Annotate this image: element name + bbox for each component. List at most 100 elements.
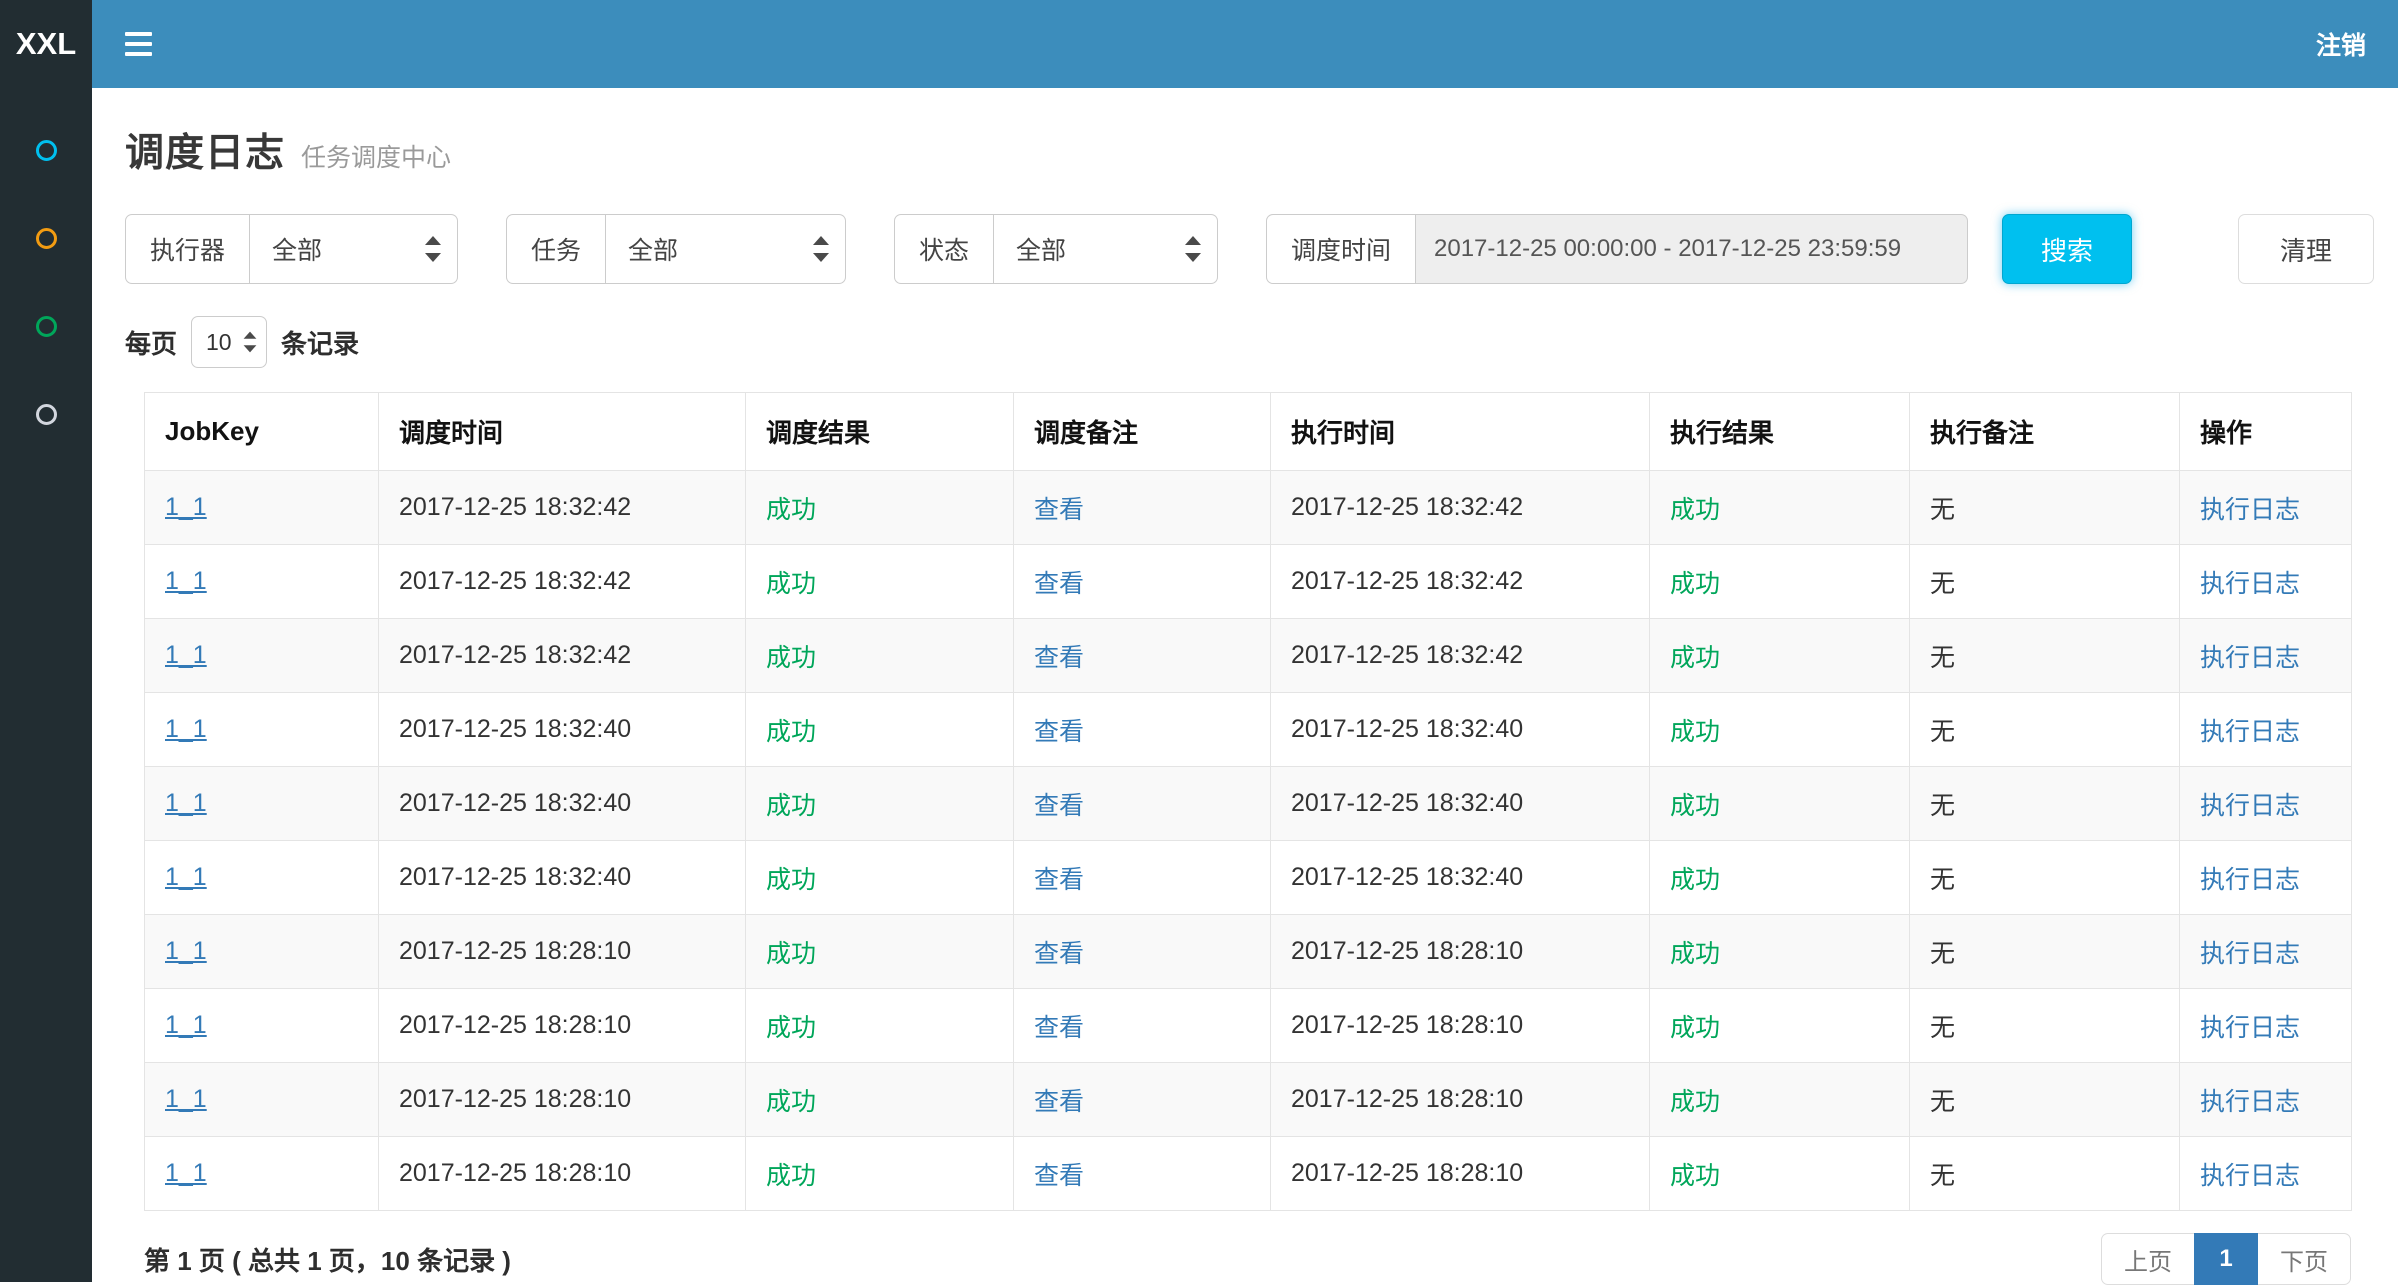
trigger-msg-link[interactable]: 查看 (1034, 940, 1084, 968)
sidebar-item-4[interactable] (0, 370, 92, 458)
clear-button[interactable]: 清理 (2238, 214, 2374, 284)
handle-msg: 无 (1930, 1014, 1955, 1042)
handle-msg: 无 (1930, 718, 1955, 746)
logout-link[interactable]: 注销 (2284, 0, 2398, 88)
job-filter-label: 任务 (506, 214, 606, 284)
trigger-msg-link[interactable]: 查看 (1034, 644, 1084, 672)
sidebar-item-1[interactable] (0, 106, 92, 194)
select-stepper-icon (425, 235, 441, 263)
handle-time: 2017-12-25 18:32:40 (1291, 715, 1523, 743)
jobkey-link[interactable]: 1_1 (165, 715, 207, 743)
execution-log-link[interactable]: 执行日志 (2200, 644, 2300, 672)
page-size-suffix-label: 条记录 (281, 324, 359, 361)
handle-msg: 无 (1930, 940, 1955, 968)
select-stepper-icon (244, 331, 257, 353)
jobkey-link[interactable]: 1_1 (165, 789, 207, 817)
trigger-time: 2017-12-25 18:28:10 (399, 937, 631, 965)
log-table: JobKey调度时间调度结果调度备注执行时间执行结果执行备注操作 1_12017… (144, 392, 2352, 1211)
trigger-time: 2017-12-25 18:32:40 (399, 789, 631, 817)
handle-msg: 无 (1930, 866, 1955, 894)
jobkey-link[interactable]: 1_1 (165, 641, 207, 669)
trigger-time: 2017-12-25 18:32:40 (399, 715, 631, 743)
execution-log-link[interactable]: 执行日志 (2200, 1088, 2300, 1116)
executor-select[interactable]: 全部 (250, 214, 458, 284)
sidebar-item-2[interactable] (0, 194, 92, 282)
trigger-time: 2017-12-25 18:32:42 (399, 567, 631, 595)
jobkey-link[interactable]: 1_1 (165, 1011, 207, 1039)
trigger-time-range-input[interactable]: 2017-12-25 00:00:00 - 2017-12-25 23:59:5… (1416, 214, 1968, 284)
app-logo[interactable]: XXL (0, 0, 92, 88)
handle-time: 2017-12-25 18:32:42 (1291, 641, 1523, 669)
top-navbar: XXL 注销 (0, 0, 2398, 88)
trigger-result: 成功 (766, 792, 816, 820)
jobkey-link[interactable]: 1_1 (165, 1085, 207, 1113)
column-header: 调度时间 (379, 393, 746, 471)
table-row: 1_12017-12-25 18:32:40成功查看2017-12-25 18:… (145, 841, 2352, 915)
log-table-body: 1_12017-12-25 18:32:42成功查看2017-12-25 18:… (145, 471, 2352, 1211)
trigger-msg-link[interactable]: 查看 (1034, 792, 1084, 820)
column-header: 调度结果 (746, 393, 1014, 471)
circle-icon-default (36, 404, 57, 425)
handle-time: 2017-12-25 18:32:40 (1291, 789, 1523, 817)
jobkey-link[interactable]: 1_1 (165, 567, 207, 595)
trigger-msg-link[interactable]: 查看 (1034, 1162, 1084, 1190)
page-subtitle: 任务调度中心 (301, 138, 451, 174)
handle-result: 成功 (1670, 1088, 1720, 1116)
execution-log-link[interactable]: 执行日志 (2200, 866, 2300, 894)
jobkey-link[interactable]: 1_1 (165, 937, 207, 965)
trigger-msg-link[interactable]: 查看 (1034, 718, 1084, 746)
handle-msg: 无 (1930, 1162, 1955, 1190)
sidebar-toggle-icon[interactable] (92, 0, 184, 88)
execution-log-link[interactable]: 执行日志 (2200, 940, 2300, 968)
trigger-msg-link[interactable]: 查看 (1034, 570, 1084, 598)
hamburger-bar (125, 32, 152, 36)
search-button[interactable]: 搜索 (2002, 214, 2132, 284)
handle-time: 2017-12-25 18:28:10 (1291, 1011, 1523, 1039)
trigger-time: 2017-12-25 18:32:42 (399, 641, 631, 669)
table-row: 1_12017-12-25 18:28:10成功查看2017-12-25 18:… (145, 989, 2352, 1063)
trigger-msg-link[interactable]: 查看 (1034, 866, 1084, 894)
hamburger-bar (125, 52, 152, 56)
trigger-result: 成功 (766, 866, 816, 894)
handle-result: 成功 (1670, 792, 1720, 820)
pagination: 上页 1 下页 (2102, 1233, 2351, 1285)
page-size-select-value: 10 (206, 329, 232, 356)
status-select[interactable]: 全部 (994, 214, 1218, 284)
trigger-result: 成功 (766, 718, 816, 746)
page-size-prefix-label: 每页 (125, 324, 177, 361)
jobkey-link[interactable]: 1_1 (165, 863, 207, 891)
sidebar-item-3[interactable] (0, 282, 92, 370)
column-header: 执行时间 (1271, 393, 1650, 471)
table-row: 1_12017-12-25 18:32:42成功查看2017-12-25 18:… (145, 471, 2352, 545)
execution-log-link[interactable]: 执行日志 (2200, 1014, 2300, 1042)
handle-result: 成功 (1670, 940, 1720, 968)
select-stepper-icon (1185, 235, 1201, 263)
trigger-time: 2017-12-25 18:28:10 (399, 1085, 631, 1113)
execution-log-link[interactable]: 执行日志 (2200, 718, 2300, 746)
trigger-msg-link[interactable]: 查看 (1034, 496, 1084, 524)
trigger-msg-link[interactable]: 查看 (1034, 1088, 1084, 1116)
execution-log-link[interactable]: 执行日志 (2200, 792, 2300, 820)
filter-bar: 执行器 全部 任务 全部 状态 全部 调度时间 2017-12-25 00:00… (125, 214, 2374, 284)
handle-time: 2017-12-25 18:28:10 (1291, 1159, 1523, 1187)
trigger-result: 成功 (766, 940, 816, 968)
page-1-button[interactable]: 1 (2194, 1233, 2258, 1285)
handle-msg: 无 (1930, 1088, 1955, 1116)
prev-page-button[interactable]: 上页 (2101, 1233, 2195, 1285)
execution-log-link[interactable]: 执行日志 (2200, 570, 2300, 598)
page-size-select[interactable]: 10 (191, 316, 267, 368)
page-size-control: 每页 10 条记录 (125, 316, 2374, 368)
jobkey-link[interactable]: 1_1 (165, 493, 207, 521)
execution-log-link[interactable]: 执行日志 (2200, 1162, 2300, 1190)
trigger-msg-link[interactable]: 查看 (1034, 1014, 1084, 1042)
execution-log-link[interactable]: 执行日志 (2200, 496, 2300, 524)
job-select[interactable]: 全部 (606, 214, 846, 284)
trigger-result: 成功 (766, 570, 816, 598)
next-page-button[interactable]: 下页 (2257, 1233, 2351, 1285)
status-filter-group: 状态 全部 (894, 214, 1218, 284)
jobkey-link[interactable]: 1_1 (165, 1159, 207, 1187)
table-row: 1_12017-12-25 18:28:10成功查看2017-12-25 18:… (145, 915, 2352, 989)
column-header: JobKey (145, 393, 379, 471)
handle-time: 2017-12-25 18:28:10 (1291, 1085, 1523, 1113)
handle-result: 成功 (1670, 718, 1720, 746)
